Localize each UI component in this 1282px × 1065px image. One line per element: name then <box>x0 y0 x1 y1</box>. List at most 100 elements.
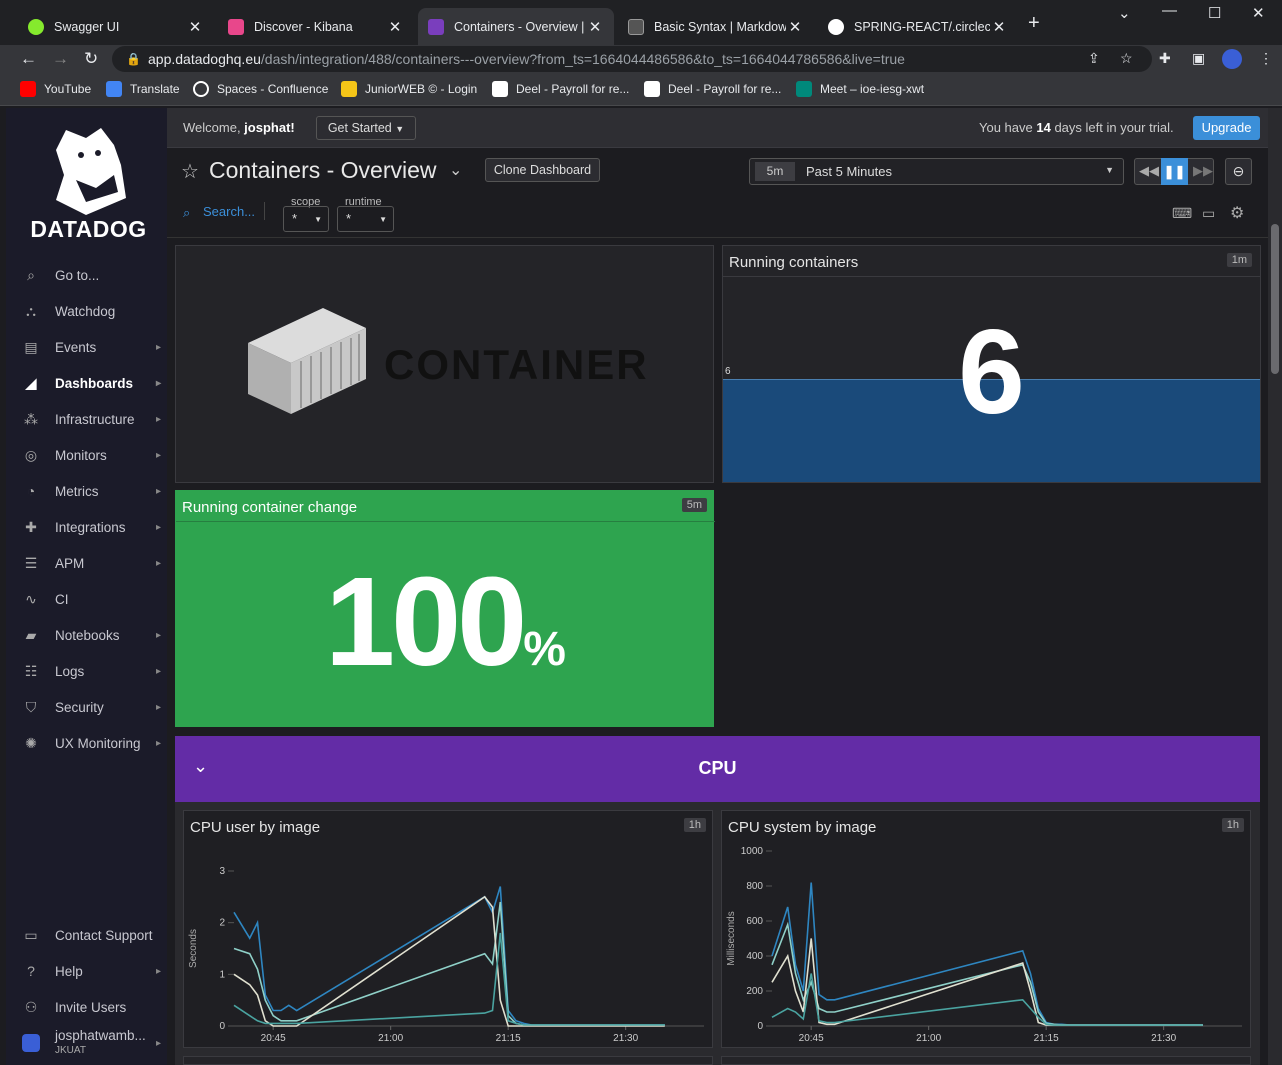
sidebar-item-watchdog[interactable]: ⛬ Watchdog <box>6 293 167 329</box>
events-icon: ▤ <box>24 338 38 355</box>
forward-icon[interactable]: ▶▶ <box>1193 163 1213 179</box>
sidebar-item-apm[interactable]: ☰ APM ▸ <box>6 545 167 581</box>
metrics-icon: ◔ <box>26 483 36 499</box>
var-select[interactable]: * ▼ <box>337 206 394 232</box>
sidebar-item-notebooks[interactable]: ▰ Notebooks ▸ <box>6 617 167 653</box>
rewind-icon[interactable]: ◀◀ <box>1139 163 1159 179</box>
trial-suffix: days left in your trial. <box>1050 120 1174 135</box>
browser-tab-active[interactable]: Containers - Overview | D ✕ <box>418 8 614 45</box>
tab-title: Discover - Kibana <box>254 19 353 34</box>
template-var-scope[interactable]: scope * ▼ <box>283 196 329 232</box>
tv-mode-icon[interactable]: ▭ <box>1202 205 1215 222</box>
sidebar-item-monitors[interactable]: ◎ Monitors ▸ <box>6 437 167 473</box>
sidebar-item-contact-support[interactable]: ▭ Contact Support <box>6 917 167 953</box>
widget-title: Running container change <box>182 499 358 516</box>
close-icon[interactable]: ✕ <box>186 18 204 36</box>
sidebar-item-security[interactable]: ⛉ Security ▸ <box>6 689 167 725</box>
chevron-right-icon: ▸ <box>155 521 161 533</box>
gear-icon[interactable]: ⚙ <box>1230 203 1244 223</box>
search-input[interactable]: Search... <box>203 204 255 219</box>
var-select[interactable]: * ▼ <box>283 206 329 232</box>
divider <box>176 521 715 522</box>
minimize-button[interactable]: — <box>1162 2 1177 19</box>
bookmark[interactable]: Translate <box>106 81 180 97</box>
chevron-right-icon: ▸ <box>155 449 161 461</box>
new-tab-button[interactable]: + <box>1028 12 1040 35</box>
bookmark[interactable]: Spaces - Confluence <box>193 81 328 97</box>
sidebar-item-invite-users[interactable]: ⚇ Invite Users <box>6 989 167 1025</box>
sidebar-item-infrastructure[interactable]: ⁂ Infrastructure ▸ <box>6 401 167 437</box>
deel-icon <box>492 81 508 97</box>
page-scrollbar[interactable] <box>1268 108 1282 1065</box>
close-window-button[interactable]: ✕ <box>1252 4 1265 22</box>
star-icon[interactable]: ☆ <box>1120 50 1133 67</box>
sidebar-item-label: UX Monitoring <box>55 735 141 751</box>
chevron-down-icon: ▼ <box>395 124 405 134</box>
pause-button[interactable]: ❚❚ <box>1161 158 1188 185</box>
chevron-down-icon[interactable]: ⌄ <box>449 160 462 180</box>
container-change-widget: Running container change 5m 100% <box>175 490 715 727</box>
group-title: CPU <box>698 758 737 778</box>
scroll-thumb[interactable] <box>1271 224 1279 374</box>
sidebar-item-ci[interactable]: ∿ CI <box>6 581 167 617</box>
bookmark[interactable]: JuniorWEB © - Login <box>341 81 477 97</box>
back-icon[interactable]: ← <box>20 49 37 69</box>
chevron-down-icon[interactable]: ⌄ <box>1118 4 1131 22</box>
sidebar-item-events[interactable]: ▤ Events ▸ <box>6 329 167 365</box>
menu-icon[interactable]: ⋮ <box>1259 50 1273 67</box>
bookmark[interactable]: Deel - Payroll for re... <box>492 81 629 97</box>
datadog-logo[interactable]: DATADOG <box>26 120 151 242</box>
upgrade-button[interactable]: Upgrade <box>1193 116 1260 140</box>
close-icon[interactable]: ✕ <box>586 18 604 36</box>
share-icon[interactable]: ⇪ <box>1088 50 1100 67</box>
query-value: 6 <box>958 305 1025 439</box>
extensions-icon[interactable]: ✚ <box>1159 50 1171 67</box>
sidepanel-icon[interactable]: ▣ <box>1192 50 1205 67</box>
close-icon[interactable]: ✕ <box>990 18 1008 36</box>
close-icon[interactable]: ✕ <box>386 18 404 36</box>
sidebar-item-help[interactable]: ? Help ▸ <box>6 953 167 989</box>
reload-icon[interactable]: ↻ <box>84 49 98 69</box>
get-started-button[interactable]: Get Started ▼ <box>316 116 416 140</box>
bookmark[interactable]: Meet – ioe-iesg-xwt <box>796 81 924 97</box>
bookmark[interactable]: YouTube <box>20 81 91 97</box>
user-menu[interactable]: josphatwamb... JKUAT ▸ <box>6 1026 167 1060</box>
browser-tab[interactable]: Discover - Kibana ✕ <box>218 8 414 45</box>
sidebar-item-integrations[interactable]: ✚ Integrations ▸ <box>6 509 167 545</box>
sidebar-item-metrics[interactable]: ◔ Metrics ▸ <box>6 473 167 509</box>
bookmark[interactable]: Deel - Payroll for re... <box>644 81 781 97</box>
time-badge: 5m <box>755 162 795 181</box>
chevron-right-icon: ▸ <box>155 557 161 569</box>
browser-tab[interactable]: Basic Syntax | Markdown ✕ <box>618 8 814 45</box>
var-value: * <box>346 211 352 226</box>
maximize-button[interactable]: ☐ <box>1208 4 1221 22</box>
star-icon[interactable]: ☆ <box>181 159 199 184</box>
y-tick-label: 2 <box>219 918 225 929</box>
sidebar-item-label: Contact Support <box>55 927 153 943</box>
monitors-icon: ◎ <box>24 446 38 463</box>
keyboard-icon[interactable]: ⌨ <box>1172 205 1192 222</box>
help-icon: ? <box>27 963 35 979</box>
cpu-system-widget: CPU system by image 1h 0 200 400 600 800 1000… <box>721 810 1251 1048</box>
sidebar-item-logs[interactable]: ☷ Logs ▸ <box>6 653 167 689</box>
chevron-right-icon: ▸ <box>155 413 161 425</box>
cpu-group-header[interactable]: ⌄ CPU <box>175 736 1260 802</box>
browser-tab[interactable]: Swagger UI ✕ <box>18 8 214 45</box>
sidebar-item-goto[interactable]: ⌕ Go to... <box>6 257 167 293</box>
template-var-runtime[interactable]: runtime * ▼ <box>337 196 394 232</box>
divider <box>723 276 1260 277</box>
y-tick-label: 200 <box>746 986 763 997</box>
cpu-user-widget: CPU user by image 1h 0 1 2 3 Seconds 20:45 21:… <box>183 810 713 1048</box>
clone-dashboard-button[interactable]: Clone Dashboard <box>485 158 600 182</box>
time-picker[interactable]: 5m Past 5 Minutes ▼ <box>749 158 1124 185</box>
profile-avatar[interactable] <box>1222 49 1242 69</box>
sidebar-item-ux-monitoring[interactable]: ✺ UX Monitoring ▸ <box>6 725 167 761</box>
forward-icon[interactable]: → <box>52 49 69 69</box>
browser-tab[interactable]: SPRING-REACT/.circleci at ✕ <box>818 8 1018 45</box>
search-icon: ⌕ <box>27 266 35 283</box>
sidebar-item-dashboards[interactable]: ◢ Dashboards ▸ <box>6 365 167 401</box>
url-input[interactable]: 🔒 app.datadoghq.eu/dash/integration/488/… <box>112 46 1152 72</box>
close-icon[interactable]: ✕ <box>786 18 804 36</box>
search-icon[interactable]: ⌕ <box>183 205 190 221</box>
zoom-out-icon[interactable]: ⊖ <box>1225 158 1252 185</box>
